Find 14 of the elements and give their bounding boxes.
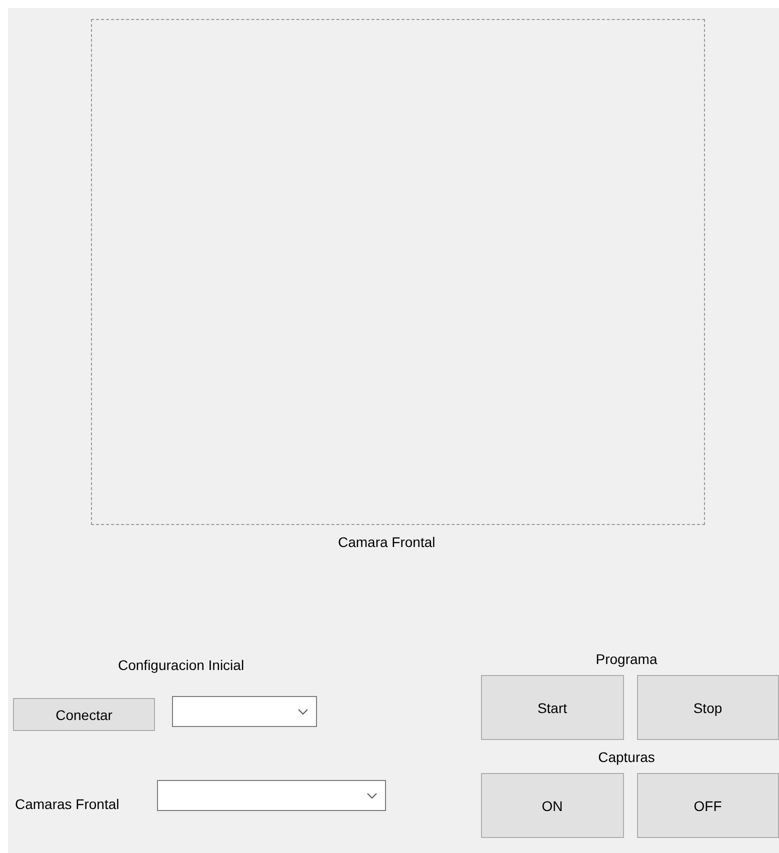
program-button[interactable]: Start [481, 675, 624, 740]
connect-button[interactable]: Conectar [13, 698, 155, 731]
section-title: Capturas [597, 748, 656, 766]
chevron-down-icon [298, 709, 308, 715]
capture-button[interactable]: OFF [636, 773, 779, 838]
camera-dropdown[interactable] [157, 780, 386, 811]
chevron-down-icon [367, 793, 378, 799]
capture-button[interactable]: ON [481, 773, 624, 838]
camera-label: Camaras Frontal [15, 795, 120, 813]
camera-caption: Camara Frontal [338, 533, 436, 551]
program-button[interactable]: Stop [636, 675, 779, 740]
section-title: Configuracion Inicial [118, 656, 246, 674]
section-title: Programa [594, 650, 658, 668]
port-dropdown[interactable] [172, 696, 317, 727]
